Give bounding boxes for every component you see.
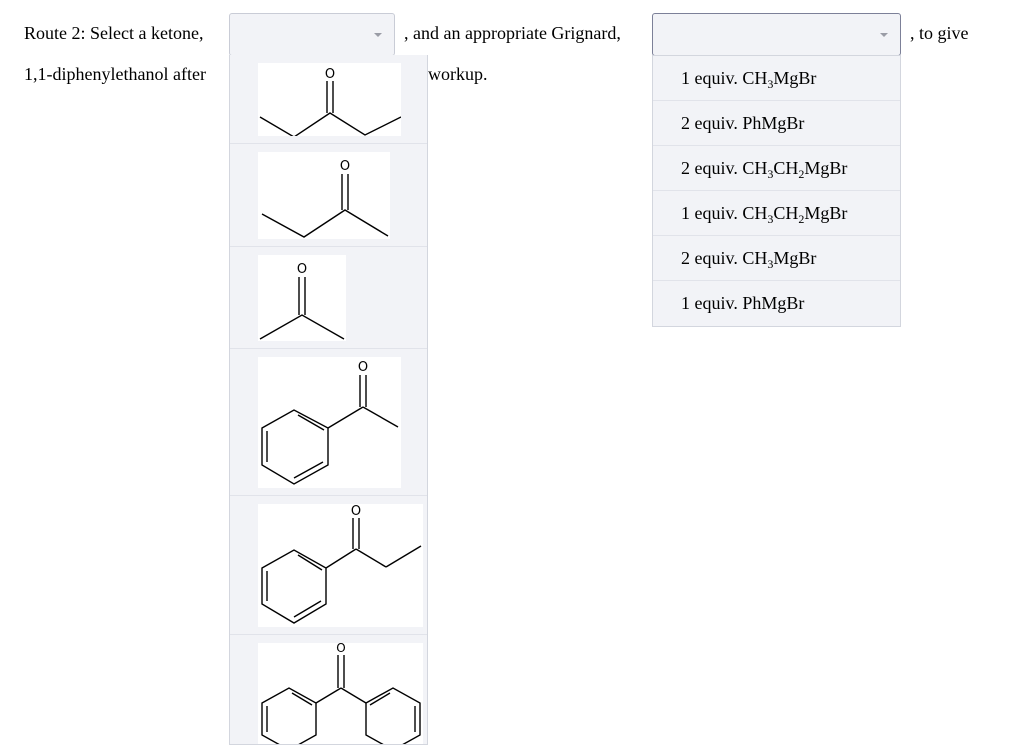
ketone-option-3-pentanone[interactable]: O — [230, 55, 427, 144]
acetone-structure: O — [259, 262, 345, 340]
grignard-option[interactable]: 1 equiv. PhMgBr — [653, 281, 900, 326]
oxygen-label: O — [351, 504, 361, 519]
chevron-down-icon — [374, 33, 382, 37]
ketone-option-benzophenone[interactable]: O — [230, 635, 427, 744]
grignard-options-list: 1 equiv. CH3MgBr 2 equiv. PhMgBr 2 equiv… — [652, 55, 901, 327]
oxygen-label: O — [340, 159, 350, 174]
question-text-part3: , to give — [910, 23, 969, 43]
chevron-down-icon — [880, 33, 888, 37]
2-butanone-structure: O — [261, 159, 389, 238]
grignard-amount: 2 equiv. — [681, 248, 743, 268]
grignard-select[interactable] — [652, 13, 901, 56]
oxygen-label: O — [297, 262, 307, 277]
grignard-option[interactable]: 1 equiv. CH3MgBr — [653, 56, 900, 101]
grignard-option[interactable]: 2 equiv. CH3MgBr — [653, 236, 900, 281]
3-pentanone-structure: O — [259, 67, 401, 136]
ketone-select[interactable] — [229, 13, 395, 56]
grignard-amount: 2 equiv. — [681, 113, 743, 133]
grignard-amount: 1 equiv. — [681, 203, 743, 223]
ketone-option-acetophenone[interactable]: O — [230, 349, 427, 496]
oxygen-label: O — [336, 643, 345, 655]
question-text-part1: Route 2: Select a ketone, — [24, 23, 204, 43]
ketone-option-acetone[interactable]: O — [230, 247, 427, 349]
grignard-option[interactable]: 2 equiv. CH3CH2MgBr — [653, 146, 900, 191]
grignard-formula: PhMgBr — [742, 113, 805, 133]
ketone-options-list: O O O O O O — [229, 55, 428, 745]
ketone-option-propiophenone[interactable]: O — [230, 496, 427, 635]
ketone-option-2-butanone[interactable]: O — [230, 144, 427, 247]
question-text-line2-right: workup. — [428, 64, 488, 84]
oxygen-label: O — [358, 360, 368, 375]
grignard-formula: PhMgBr — [742, 293, 805, 313]
grignard-formula: CH3MgBr — [742, 248, 817, 271]
grignard-formula: CH3CH2MgBr — [742, 158, 848, 181]
grignard-formula: CH3CH2MgBr — [742, 203, 848, 226]
grignard-option[interactable]: 1 equiv. CH3CH2MgBr — [653, 191, 900, 236]
oxygen-label: O — [325, 67, 335, 82]
grignard-amount: 1 equiv. — [681, 293, 743, 313]
grignard-amount: 2 equiv. — [681, 158, 743, 178]
question-text-part2: , and an appropriate Grignard, — [404, 23, 621, 43]
grignard-formula: CH3MgBr — [742, 68, 817, 91]
benzophenone-structure: O — [261, 643, 421, 744]
grignard-option[interactable]: 2 equiv. PhMgBr — [653, 101, 900, 146]
question-text-line2-left: 1,1-diphenylethanol after — [24, 64, 206, 84]
grignard-amount: 1 equiv. — [681, 68, 743, 88]
acetophenone-structure: O — [261, 360, 399, 485]
propiophenone-structure: O — [261, 504, 422, 624]
